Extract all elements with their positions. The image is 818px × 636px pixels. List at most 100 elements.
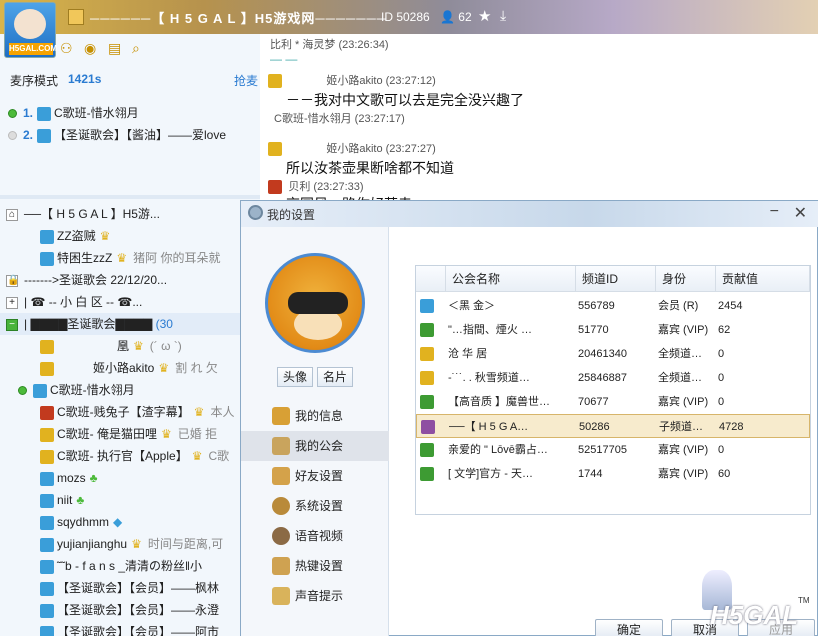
member-shirt-icon (40, 427, 54, 442)
guild-role: 全频道… (658, 372, 702, 384)
table-row[interactable]: -˙˙˙. . 秋雪频道… 25846887 全频道… 0 (416, 366, 810, 390)
user-name: C歌班-贱兔子【渣字幕】 (57, 405, 190, 419)
search-icon[interactable]: ⌕ (132, 40, 148, 56)
tree-user-row[interactable]: 姬小路akito ♛ 割 れ 欠 (0, 357, 262, 379)
dialog-titlebar[interactable]: 我的设置 − ✕ (241, 201, 818, 227)
table-row[interactable]: ＜黑 金＞ 556789 会员 (R) 2454 (416, 294, 810, 318)
user-name: 凰 (117, 339, 130, 353)
user-signature: C歌 (208, 449, 230, 463)
menu-hotkeys[interactable]: 热键设置 (241, 551, 389, 581)
message-meta: C歌班-惜水翎月 (23:27:17) (274, 113, 405, 125)
notes-icon[interactable]: ▤ (108, 40, 124, 56)
minimize-icon[interactable]: − (770, 203, 779, 221)
tree-user-row[interactable]: niit ♣ (0, 489, 262, 511)
card-button[interactable]: 名片 (317, 367, 353, 387)
member-shirt-icon (40, 339, 54, 354)
member-shirt-icon (40, 405, 54, 420)
headset-icon (272, 527, 290, 545)
tree-user-row[interactable]: mozs ♣ (0, 467, 262, 489)
user-name: ZZ盗贼 (57, 229, 96, 243)
favorite-star-icon[interactable]: ★ (478, 7, 491, 25)
avatar[interactable] (265, 253, 365, 353)
tree-user-row[interactable]: 【圣诞歌会】【会员】——阿市 (0, 621, 262, 636)
chat-message: 姬小路akito (23:27:12) －－我对中文歌可以去是完全没兴趣了 C歌… (268, 72, 808, 126)
table-row[interactable]: "…指間、煙火 … 51770 嘉宾 (VIP) 62 (416, 318, 810, 342)
guild-score: 60 (718, 468, 731, 480)
avatar-button[interactable]: 头像 (277, 367, 313, 387)
grab-mic-link[interactable]: 抢麦 (234, 72, 258, 89)
menu-label: 系统设置 (295, 499, 344, 513)
collapse-icon[interactable]: − (6, 318, 18, 331)
member-shirt-icon (420, 299, 434, 313)
tree-user-row[interactable]: ˜˜b - f a n s _清清の粉丝‖小 (0, 555, 262, 577)
chat-message: 姬小路akito (23:27:27) 所以汝茶壶果断啥都不知道 (268, 140, 808, 178)
ok-button[interactable]: 确定 (595, 619, 663, 636)
tree-user-row[interactable]: C歌班- 俺是猫田哩 ♛ 已婚 拒 (0, 423, 262, 445)
tree-user-row[interactable]: 凰 ♛ (´ ω `) (0, 335, 262, 357)
tree-user-row[interactable]: C歌班-惜水翎月 (0, 379, 262, 401)
table-row[interactable]: 沧 华 居 20461340 全频道… 0 (416, 342, 810, 366)
user-name: 【圣诞歌会】【会员】——枫林 (57, 581, 220, 595)
channel-badge-icon[interactable] (68, 9, 84, 25)
queue-item[interactable]: 2. 【圣诞歌会】【酱油】——爱love (8, 126, 258, 146)
table-row[interactable]: 【高音质 】魔兽世… 70677 嘉宾 (VIP) 0 (416, 390, 810, 414)
menu-system-settings[interactable]: 系统设置 (241, 491, 389, 521)
tree-user-row[interactable]: ZZ盗贼 ♛ (0, 225, 262, 247)
people-icon[interactable]: ⚇ (60, 40, 76, 56)
tree-channel-row[interactable]: ⌂ ──【 H 5 G A L 】H5游... (0, 203, 262, 225)
tree-channel-row-selected[interactable]: − | ▇▇▇▇圣诞歌会▇▇▇▇ (30 (0, 313, 262, 335)
panel-divider[interactable] (0, 195, 260, 199)
menu-sound-alerts[interactable]: 声音提示 (241, 581, 389, 611)
member-shirt-icon (420, 347, 434, 361)
tree-user-row[interactable]: 【圣诞歌会】【会员】——永澄 (0, 599, 262, 621)
expand-icon[interactable]: + (6, 296, 18, 309)
tree-user-row[interactable]: 【圣诞歌会】【会员】——枫林 (0, 577, 262, 599)
table-row[interactable]: 亲爱的 " Lōvē霸占… 52517705 嘉宾 (VIP) 0 (416, 438, 810, 462)
channel-logo[interactable]: H5GAL.COM (4, 2, 57, 58)
column-header-role[interactable]: 身份 (656, 266, 716, 292)
user-name: sqydhmm (57, 515, 110, 529)
clover-icon: ♣ (76, 493, 85, 507)
column-header-name[interactable]: 公会名称 (446, 266, 576, 292)
member-shirt-icon (40, 471, 54, 486)
column-header-id[interactable]: 频道ID (576, 266, 656, 292)
menu-my-guild[interactable]: 我的公会 (241, 431, 389, 461)
menu-my-info[interactable]: 我的信息 (241, 401, 389, 431)
lock-icon[interactable]: 🔒 (6, 274, 19, 287)
dialog-title: 我的设置 (267, 208, 316, 222)
guild-score: 0 (718, 348, 725, 360)
tree-channel-row[interactable]: + | ☎ -- 小 白 区 -- ☎... (0, 291, 262, 313)
online-number: 62 (458, 10, 472, 24)
h5gal-watermark: H5GAL TM (690, 570, 810, 630)
user-name: C歌班- 俺是猫田哩 (57, 427, 157, 441)
table-row-selected[interactable]: ──【 H 5 G A… 50286 子频道… 4728 (416, 414, 810, 438)
table-row[interactable]: [ 文学]官方 - 天… 1744 嘉宾 (VIP) 60 (416, 462, 810, 486)
tree-channel-row[interactable]: 🔒 ------->圣诞歌会 22/12/20... (0, 269, 262, 291)
location-icon[interactable]: ◉ (84, 40, 100, 56)
message-text: — — (270, 52, 298, 66)
message-text: －－我对中文歌可以去是完全没兴趣了 (286, 92, 524, 108)
menu-voice-video[interactable]: 语音视频 (241, 521, 389, 551)
tree-user-row[interactable]: C歌班- 执行官【Apple】 ♛ C歌 (0, 445, 262, 467)
menu-friend-settings[interactable]: 好友设置 (241, 461, 389, 491)
tree-user-row[interactable]: 特困生zzZ ♛ 猪阿 你的耳朵就 (0, 247, 262, 269)
member-shirt-icon (33, 383, 47, 398)
tree-user-row[interactable]: yujianjianghu ♛ 时间与距离,可 (0, 533, 262, 555)
crown-icon: ♛ (133, 339, 144, 353)
home-icon[interactable]: ⌂ (6, 208, 18, 221)
guild-name: 【高音质 】魔兽世… (448, 396, 551, 408)
user-name: 姬小路akito (93, 361, 155, 375)
tree-user-row[interactable]: C歌班-贱兔子【渣字幕】 ♛ 本人 (0, 401, 262, 423)
user-signature: 时间与距离,可 (147, 537, 224, 551)
download-icon[interactable]: ⤓ (500, 7, 506, 24)
column-header-score[interactable]: 贡献值 (716, 266, 810, 292)
user-name: 特困生zzZ (57, 251, 113, 265)
member-shirt-icon (40, 559, 54, 574)
queue-item[interactable]: 1. C歌班-惜水翎月 (8, 104, 258, 124)
settings-sidebar: 头像 名片 我的信息 我的公会 好友设置 系统设置 语音视频 热键设置 声音提示 (241, 227, 389, 636)
member-shirt-icon (40, 251, 54, 266)
tree-user-row[interactable]: sqydhmm ◆ (0, 511, 262, 533)
close-icon[interactable]: ✕ (794, 203, 807, 223)
logo-character (14, 9, 46, 39)
member-shirt-icon (40, 625, 54, 636)
